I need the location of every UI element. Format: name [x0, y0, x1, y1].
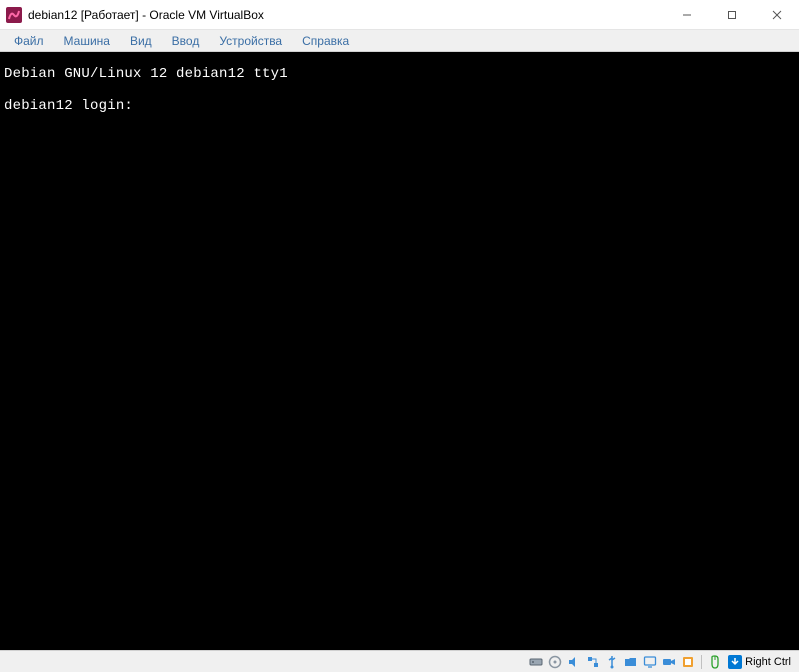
optical-drive-icon[interactable] — [547, 654, 563, 670]
console-login-prompt: debian12 login: — [4, 98, 133, 114]
status-separator — [701, 655, 702, 669]
menu-file[interactable]: Файл — [4, 32, 54, 50]
maximize-button[interactable] — [709, 0, 754, 29]
host-key-indicator[interactable]: Right Ctrl — [726, 655, 795, 669]
shared-folders-icon[interactable] — [623, 654, 639, 670]
mouse-integration-icon[interactable] — [707, 654, 723, 670]
hard-disk-icon[interactable] — [528, 654, 544, 670]
console-line-banner: Debian GNU/Linux 12 debian12 tty1 — [4, 66, 288, 82]
close-button[interactable] — [754, 0, 799, 29]
guest-additions-icon[interactable] — [680, 654, 696, 670]
virtualbox-icon — [6, 7, 22, 23]
display-icon[interactable] — [642, 654, 658, 670]
network-icon[interactable] — [585, 654, 601, 670]
menu-bar: Файл Машина Вид Ввод Устройства Справка — [0, 30, 799, 52]
status-bar: Right Ctrl — [0, 650, 799, 672]
keyboard-capture-icon — [728, 655, 742, 669]
audio-icon[interactable] — [566, 654, 582, 670]
menu-help[interactable]: Справка — [292, 32, 359, 50]
menu-input[interactable]: Ввод — [162, 32, 210, 50]
window-controls — [664, 0, 799, 29]
menu-machine[interactable]: Машина — [54, 32, 120, 50]
window-title: debian12 [Работает] - Oracle VM VirtualB… — [28, 8, 664, 22]
minimize-button[interactable] — [664, 0, 709, 29]
recording-icon[interactable] — [661, 654, 677, 670]
usb-icon[interactable] — [604, 654, 620, 670]
menu-view[interactable]: Вид — [120, 32, 162, 50]
vm-console[interactable]: Debian GNU/Linux 12 debian12 tty1 debian… — [0, 52, 799, 650]
host-key-label: Right Ctrl — [745, 656, 791, 668]
window-titlebar: debian12 [Работает] - Oracle VM VirtualB… — [0, 0, 799, 30]
menu-devices[interactable]: Устройства — [209, 32, 292, 50]
